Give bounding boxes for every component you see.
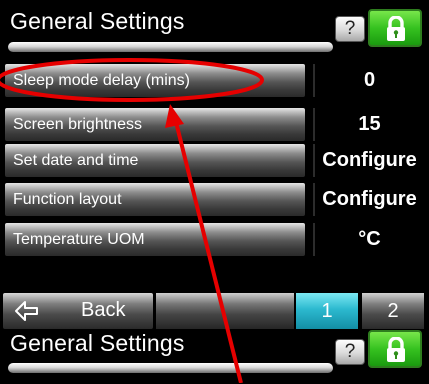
second-title-underline xyxy=(8,363,333,373)
lock-button[interactable] xyxy=(368,9,422,47)
back-arrow-icon xyxy=(15,301,38,321)
setting-label[interactable]: Set date and time xyxy=(5,144,305,177)
setting-row-temperature-uom[interactable]: Temperature UOM °C xyxy=(0,221,429,259)
header-bar: General Settings ? xyxy=(0,0,429,55)
second-page-title: General Settings xyxy=(10,330,185,356)
setting-row-date-time[interactable]: Set date and time Configure xyxy=(0,142,429,180)
lock-icon xyxy=(387,16,405,41)
setting-value[interactable]: °C xyxy=(313,223,424,256)
setting-value[interactable]: Configure xyxy=(313,183,424,216)
setting-label[interactable]: Function layout xyxy=(5,183,305,216)
settings-screen: General Settings ? Sleep mode delay (min… xyxy=(0,0,429,384)
page-2-button[interactable]: 2 xyxy=(362,293,424,329)
title-underline xyxy=(8,42,333,52)
nav-spacer xyxy=(156,293,294,329)
setting-value[interactable]: Configure xyxy=(313,144,424,177)
setting-row-function-layout[interactable]: Function layout Configure xyxy=(0,181,429,219)
second-header-bar: General Settings ? xyxy=(0,329,429,384)
help-button[interactable]: ? xyxy=(335,16,365,42)
setting-label[interactable]: Temperature UOM xyxy=(5,223,305,256)
setting-label[interactable]: Screen brightness xyxy=(5,108,305,141)
back-button[interactable]: Back xyxy=(3,293,153,329)
bottom-nav: Back 1 2 xyxy=(0,293,429,329)
setting-row-sleep-mode[interactable]: Sleep mode delay (mins) 0 xyxy=(0,62,429,100)
setting-value[interactable]: 0 xyxy=(313,64,424,97)
setting-label[interactable]: Sleep mode delay (mins) xyxy=(5,64,305,97)
setting-row-screen-brightness[interactable]: Screen brightness 15 xyxy=(0,106,429,144)
second-lock-button[interactable] xyxy=(368,330,422,368)
page-title: General Settings xyxy=(10,8,185,34)
back-label: Back xyxy=(81,299,126,321)
setting-value[interactable]: 15 xyxy=(313,108,424,141)
page-1-button[interactable]: 1 xyxy=(296,293,358,329)
second-help-button[interactable]: ? xyxy=(335,339,365,365)
lock-icon xyxy=(387,337,405,362)
